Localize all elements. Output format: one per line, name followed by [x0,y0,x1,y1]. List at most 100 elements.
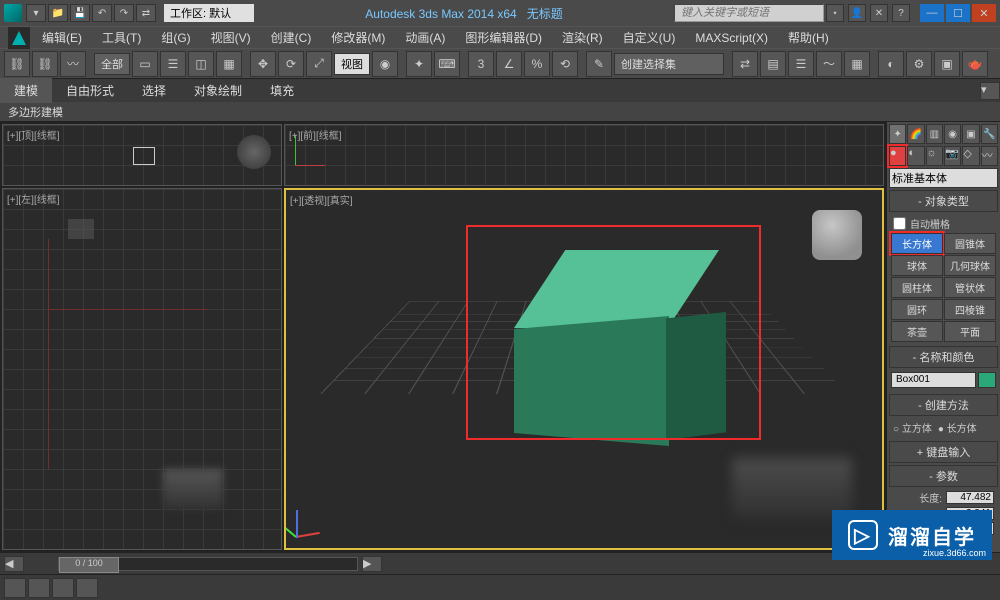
shapes-subtab-icon[interactable]: ◐ [907,146,924,166]
ribbon-expand-icon[interactable]: ▾ [980,82,1000,100]
next-key-button[interactable]: ▶ [362,556,382,572]
named-selection-set[interactable]: 创建选择集 [614,53,724,75]
viewport-perspective[interactable]: [+][透视][真实] [284,188,884,550]
exchange-button[interactable]: ✕ [870,4,888,22]
close-button[interactable]: ✕ [972,4,996,22]
lock-icon[interactable] [76,578,98,598]
select-region-icon[interactable]: ◫ [188,51,214,77]
menu-modifiers[interactable]: 修改器(M) [323,27,393,48]
link-button[interactable]: ⇄ [136,4,156,22]
viewcube-icon[interactable] [812,210,862,260]
render-frame-icon[interactable]: ▣ [934,51,960,77]
curve-editor-icon[interactable]: 〜 [816,51,842,77]
parameters-header[interactable]: - 参数 [889,465,998,487]
viewport-top-label[interactable]: [+][顶][线框] [7,127,60,142]
material-editor-icon[interactable]: ◐ [878,51,904,77]
time-thumb[interactable]: 0 / 100 [59,557,119,573]
pivot-icon[interactable]: ◉ [372,51,398,77]
app-logo-icon[interactable] [8,27,30,49]
keyboard-entry-header[interactable]: + 键盘输入 [889,441,998,463]
save-button[interactable]: 💾 [70,4,90,22]
new-button[interactable]: ▾ [26,4,46,22]
cone-button[interactable]: 圆锥体 [944,233,996,254]
tab-modeling[interactable]: 建模 [0,78,52,103]
help-search-input[interactable] [674,4,824,22]
keymode-icon[interactable]: ⌨ [434,51,460,77]
spinner-snap-icon[interactable]: ⟲ [552,51,578,77]
signin-button[interactable]: 👤 [848,4,866,22]
box-object[interactable] [496,250,736,430]
menu-help[interactable]: 帮助(H) [780,27,837,48]
lights-subtab-icon[interactable]: ☼ [926,146,943,166]
tube-button[interactable]: 管状体 [944,277,996,298]
mirror-icon[interactable]: ⇄ [732,51,758,77]
cube-radio[interactable]: ○ 立方体 [893,420,932,435]
teapot-button[interactable]: 茶壶 [891,321,943,342]
torus-button[interactable]: 圆环 [891,299,943,320]
minimize-button[interactable]: — [920,4,944,22]
sphere-button[interactable]: 球体 [891,255,943,276]
infocenter-button[interactable]: ⋆ [826,4,844,22]
modify-tab-icon[interactable]: 🌈 [907,124,924,144]
move-icon[interactable]: ✥ [250,51,276,77]
maxscript-listener-icon[interactable] [4,578,26,598]
select-icon[interactable]: ▭ [132,51,158,77]
helpers-subtab-icon[interactable]: ◇ [962,146,979,166]
angle-snap-icon[interactable]: ∠ [496,51,522,77]
align-icon[interactable]: ▤ [760,51,786,77]
create-tab-icon[interactable]: ✦ [889,124,906,144]
open-button[interactable]: 📁 [48,4,68,22]
viewport-left[interactable]: [+][左][线框] [2,188,282,550]
menu-tools[interactable]: 工具(T) [94,27,149,48]
menu-maxscript[interactable]: MAXScript(X) [687,29,776,47]
viewport-top[interactable]: [+][顶][线框] [2,124,282,186]
steering-wheel-icon[interactable] [237,135,271,169]
creation-method-header[interactable]: - 创建方法 [889,394,998,416]
tab-selection[interactable]: 选择 [128,78,180,103]
box-button[interactable]: 长方体 [891,233,943,254]
maximize-button[interactable]: ☐ [946,4,970,22]
isolate-icon[interactable] [52,578,74,598]
geometry-subtab-icon[interactable]: ● [889,146,906,166]
cylinder-button[interactable]: 圆柱体 [891,277,943,298]
select-name-icon[interactable]: ☰ [160,51,186,77]
tab-populate[interactable]: 填充 [256,78,308,103]
object-type-header[interactable]: - 对象类型 [889,190,998,212]
viewport-front-label[interactable]: [+][前][线框] [289,127,342,142]
motion-tab-icon[interactable]: ◉ [944,124,961,144]
bind-spacewarp-icon[interactable]: 〰 [60,51,86,77]
time-track[interactable]: 0 / 100 [58,557,358,571]
geosphere-button[interactable]: 几何球体 [944,255,996,276]
unlink-icon[interactable]: ⛓ [32,51,58,77]
prev-key-button[interactable]: ◀ [4,556,24,572]
redo-button[interactable]: ↷ [114,4,134,22]
link-icon[interactable]: ⛓ [4,51,30,77]
menu-graph-editors[interactable]: 图形编辑器(D) [457,27,550,48]
plane-button[interactable]: 平面 [944,321,996,342]
window-crossing-icon[interactable]: ▦ [216,51,242,77]
app-icon[interactable] [4,4,22,22]
utilities-tab-icon[interactable]: 🔧 [981,124,998,144]
menu-create[interactable]: 创建(C) [263,27,320,48]
length-spinner[interactable]: 47.482 [946,491,994,504]
menu-views[interactable]: 视图(V) [203,27,259,48]
pyramid-button[interactable]: 四棱锥 [944,299,996,320]
percent-snap-icon[interactable]: % [524,51,550,77]
manip-icon[interactable]: ✦ [406,51,432,77]
box-radio[interactable]: ● 长方体 [938,420,977,435]
help-button[interactable]: ? [892,4,910,22]
menu-rendering[interactable]: 渲染(R) [554,27,611,48]
object-color-swatch[interactable] [978,372,996,388]
autogrid-checkbox[interactable] [893,217,906,230]
category-dropdown[interactable]: 标准基本体 [889,168,998,188]
tab-object-paint[interactable]: 对象绘制 [180,78,256,103]
spacewarps-subtab-icon[interactable]: 〰 [981,146,998,166]
display-tab-icon[interactable]: ▣ [962,124,979,144]
viewport-left-label[interactable]: [+][左][线框] [7,191,60,206]
layers-icon[interactable]: ☰ [788,51,814,77]
ref-coord-system[interactable]: 视图 [334,53,370,75]
snap-icon[interactable]: 3 [468,51,494,77]
hierarchy-tab-icon[interactable]: ▥ [926,124,943,144]
menu-edit[interactable]: 编辑(E) [34,27,90,48]
menu-group[interactable]: 组(G) [153,27,198,48]
